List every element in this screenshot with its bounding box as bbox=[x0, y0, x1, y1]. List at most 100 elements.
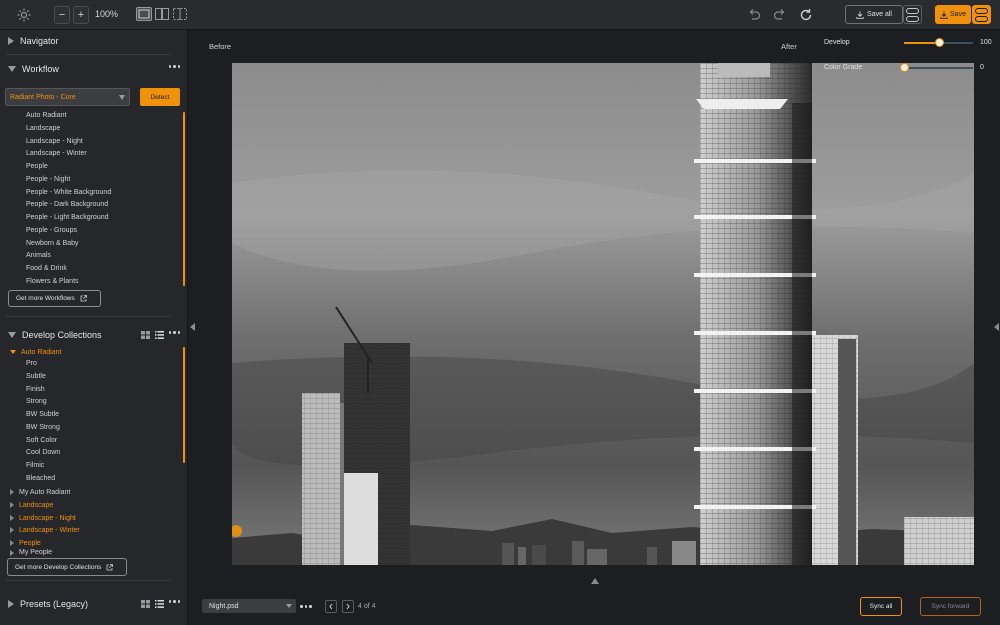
list-item[interactable]: People - Groups bbox=[26, 225, 111, 238]
grid-view-icon[interactable] bbox=[141, 331, 150, 339]
develop-slider-row: Develop 100 bbox=[824, 37, 994, 49]
workflow-scrollbar[interactable] bbox=[183, 112, 185, 286]
collection-group-landscape-night[interactable]: Landscape - Night bbox=[10, 512, 76, 524]
color-grade-slider-label: Color Grade bbox=[824, 64, 863, 71]
color-grade-slider-track[interactable] bbox=[904, 67, 973, 69]
list-item[interactable]: Finish bbox=[26, 384, 60, 397]
list-item[interactable]: People - Dark Background bbox=[26, 199, 111, 212]
get-more-develop-collections-button[interactable]: Get more Develop Collections bbox=[7, 558, 127, 576]
list-item[interactable]: Subtle bbox=[26, 371, 60, 384]
expand-filmstrip-icon[interactable] bbox=[591, 578, 599, 584]
divider bbox=[6, 580, 171, 581]
top-toolbar: − + 100% Save all Save bbox=[0, 0, 1000, 30]
collection-group-landscape[interactable]: Landscape bbox=[10, 499, 53, 511]
list-item[interactable]: Flowers & Plants bbox=[26, 276, 111, 289]
presets-section-header[interactable]: Presets (Legacy) bbox=[0, 594, 188, 614]
list-item[interactable]: Food & Drink bbox=[26, 263, 111, 276]
compare-view-icon[interactable] bbox=[173, 8, 187, 20]
develop-collections-section-header[interactable]: Develop Collections bbox=[0, 325, 188, 345]
list-item[interactable]: Landscape bbox=[26, 123, 111, 136]
expand-right-panel-icon[interactable] bbox=[994, 323, 999, 331]
zoom-out-button[interactable]: − bbox=[54, 6, 70, 24]
list-item[interactable]: Landscape - Night bbox=[26, 136, 111, 149]
list-item[interactable]: BW Subtle bbox=[26, 409, 60, 422]
download-icon bbox=[856, 11, 864, 19]
list-item[interactable]: Cool Down bbox=[26, 447, 60, 460]
navigator-title: Navigator bbox=[20, 36, 59, 46]
save-all-button[interactable]: Save all bbox=[845, 5, 903, 24]
collection-group-landscape-winter[interactable]: Landscape - Winter bbox=[10, 524, 80, 536]
file-select[interactable]: Night.psd bbox=[202, 599, 296, 613]
collection-group-label: Landscape - Winter bbox=[19, 526, 80, 534]
list-item[interactable]: Filmic bbox=[26, 460, 60, 473]
list-item[interactable]: Bleached bbox=[26, 473, 60, 486]
save-button[interactable]: Save bbox=[935, 5, 971, 24]
workflow-section-header[interactable]: Workflow bbox=[0, 59, 188, 79]
list-item[interactable]: Newborn & Baby bbox=[26, 238, 111, 251]
list-item[interactable]: Animals bbox=[26, 250, 111, 263]
list-item[interactable]: People - Night bbox=[26, 174, 111, 187]
get-more-workflows-label: Get more Workflows bbox=[16, 295, 75, 302]
gear-icon[interactable] bbox=[16, 7, 32, 23]
toggle-switch-icon bbox=[975, 15, 988, 22]
collection-group-label: Landscape bbox=[19, 501, 54, 509]
develop-slider-handle[interactable] bbox=[934, 38, 944, 47]
single-view-icon[interactable] bbox=[136, 7, 152, 21]
collection-group-my-people[interactable]: My People bbox=[10, 549, 52, 557]
more-options-icon[interactable] bbox=[168, 65, 180, 68]
split-view-icon[interactable] bbox=[155, 8, 169, 20]
toggle-switch-icon bbox=[975, 7, 988, 14]
get-more-workflows-button[interactable]: Get more Workflows bbox=[8, 290, 101, 307]
workflow-title: Workflow bbox=[22, 64, 59, 74]
develop-collections-scrollbar[interactable] bbox=[183, 347, 185, 463]
photo-preview[interactable] bbox=[232, 63, 974, 565]
list-item[interactable]: People - Light Background bbox=[26, 212, 111, 225]
previous-image-button[interactable] bbox=[325, 600, 337, 613]
more-options-icon[interactable] bbox=[168, 600, 180, 603]
chevron-down-icon bbox=[8, 66, 16, 72]
left-sidebar: Navigator Workflow Radiant Photo - Core … bbox=[0, 30, 188, 625]
collection-group-people[interactable]: People bbox=[10, 537, 41, 549]
presets-title: Presets (Legacy) bbox=[20, 599, 89, 609]
reset-icon[interactable] bbox=[799, 8, 813, 22]
sync-forward-button[interactable]: Sync forward bbox=[920, 597, 981, 616]
divider bbox=[6, 316, 171, 317]
navigator-section-header[interactable]: Navigator bbox=[0, 31, 188, 51]
list-view-icon[interactable] bbox=[155, 600, 164, 608]
collection-group-label: Auto Radiant bbox=[21, 348, 62, 356]
list-item[interactable]: BW Strong bbox=[26, 422, 60, 435]
workflow-select[interactable]: Radiant Photo - Core bbox=[5, 88, 130, 106]
more-options-icon[interactable] bbox=[168, 331, 180, 334]
detect-button[interactable]: Detect bbox=[140, 88, 180, 106]
next-image-button[interactable] bbox=[342, 600, 354, 613]
list-view-icon[interactable] bbox=[155, 331, 164, 339]
list-item[interactable]: Auto Radiant bbox=[26, 110, 111, 123]
save-all-options-toggle[interactable] bbox=[903, 5, 922, 24]
list-item[interactable]: People bbox=[26, 161, 111, 174]
workflow-list: Auto Radiant Landscape Landscape - Night… bbox=[26, 110, 111, 289]
chevron-left-icon bbox=[329, 603, 333, 610]
file-more-options-icon[interactable] bbox=[300, 605, 312, 608]
zoom-in-button[interactable]: + bbox=[73, 6, 89, 24]
collapse-left-panel-icon[interactable] bbox=[190, 323, 195, 331]
redo-icon[interactable] bbox=[773, 8, 787, 22]
collection-group-auto-radiant[interactable]: Auto Radiant bbox=[10, 346, 61, 358]
sync-all-button[interactable]: Sync all bbox=[860, 597, 902, 616]
workflow-select-value: Radiant Photo - Core bbox=[10, 93, 76, 101]
list-item[interactable]: Soft Color bbox=[26, 435, 60, 448]
grid-view-icon[interactable] bbox=[141, 600, 150, 608]
collection-group-my-auto-radiant[interactable]: My Auto Radiant bbox=[10, 486, 70, 498]
undo-icon[interactable] bbox=[747, 8, 761, 22]
chevron-down-icon bbox=[286, 604, 292, 608]
chevron-right-icon bbox=[10, 550, 14, 556]
list-item[interactable]: Landscape - Winter bbox=[26, 148, 111, 161]
toggle-switch-icon bbox=[906, 7, 919, 14]
chevron-right-icon bbox=[10, 527, 14, 533]
list-item[interactable]: Pro bbox=[26, 358, 60, 371]
list-item[interactable]: People - White Background bbox=[26, 187, 111, 200]
chevron-right-icon bbox=[8, 37, 14, 45]
list-item[interactable]: Strong bbox=[26, 396, 60, 409]
zoom-level[interactable]: 100% bbox=[95, 9, 118, 19]
color-grade-slider-handle[interactable] bbox=[899, 63, 909, 72]
save-options-toggle[interactable] bbox=[972, 5, 991, 24]
